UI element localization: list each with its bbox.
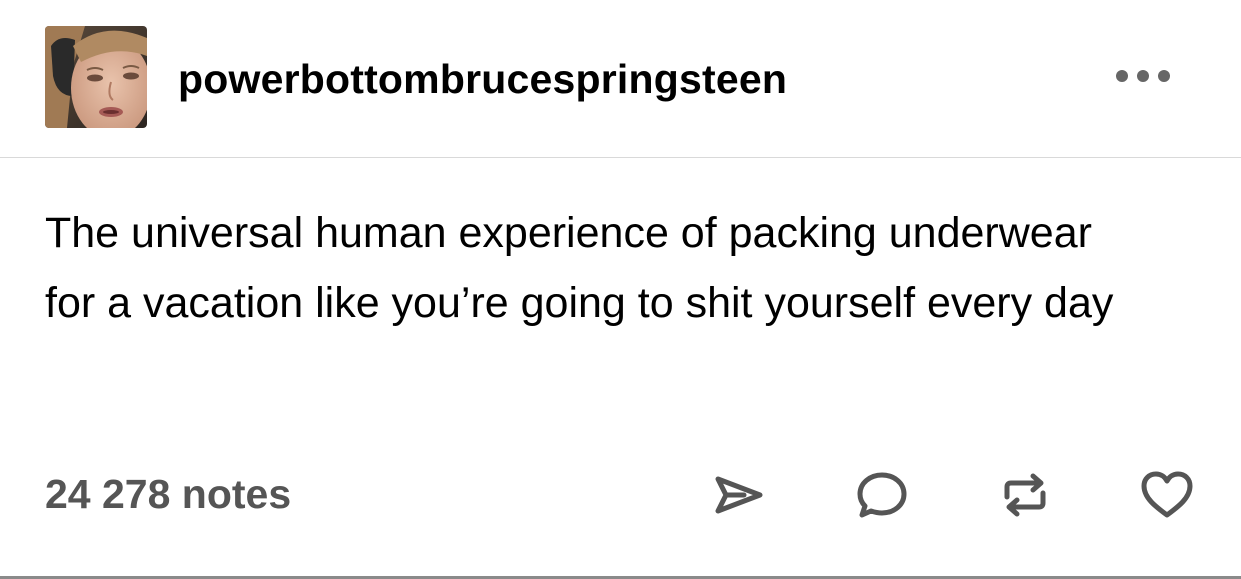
share-button[interactable] <box>706 463 770 527</box>
post-footer: 24 278 notes <box>0 455 1241 535</box>
notes-count[interactable]: 24 278 notes <box>45 471 291 517</box>
reply-button[interactable] <box>850 463 914 527</box>
post-header: powerbottombrucespringsteen <box>0 0 1241 158</box>
reblog-button[interactable] <box>993 463 1057 527</box>
reply-icon <box>857 472 907 518</box>
share-icon <box>715 476 763 514</box>
avatar-photo <box>45 26 147 128</box>
post-author-username[interactable]: powerbottombrucespringsteen <box>178 56 787 102</box>
post-text: The universal human experience of packin… <box>45 209 1114 327</box>
ellipsis-icon <box>1116 70 1170 82</box>
heart-icon <box>1141 471 1193 518</box>
tumblr-post: powerbottombrucespringsteen The universa… <box>0 0 1241 579</box>
reblog-icon <box>1004 473 1046 517</box>
post-body: The universal human experience of packin… <box>45 198 1195 338</box>
like-button[interactable] <box>1135 463 1199 527</box>
more-options-button[interactable] <box>1110 60 1176 92</box>
avatar[interactable] <box>45 26 147 128</box>
